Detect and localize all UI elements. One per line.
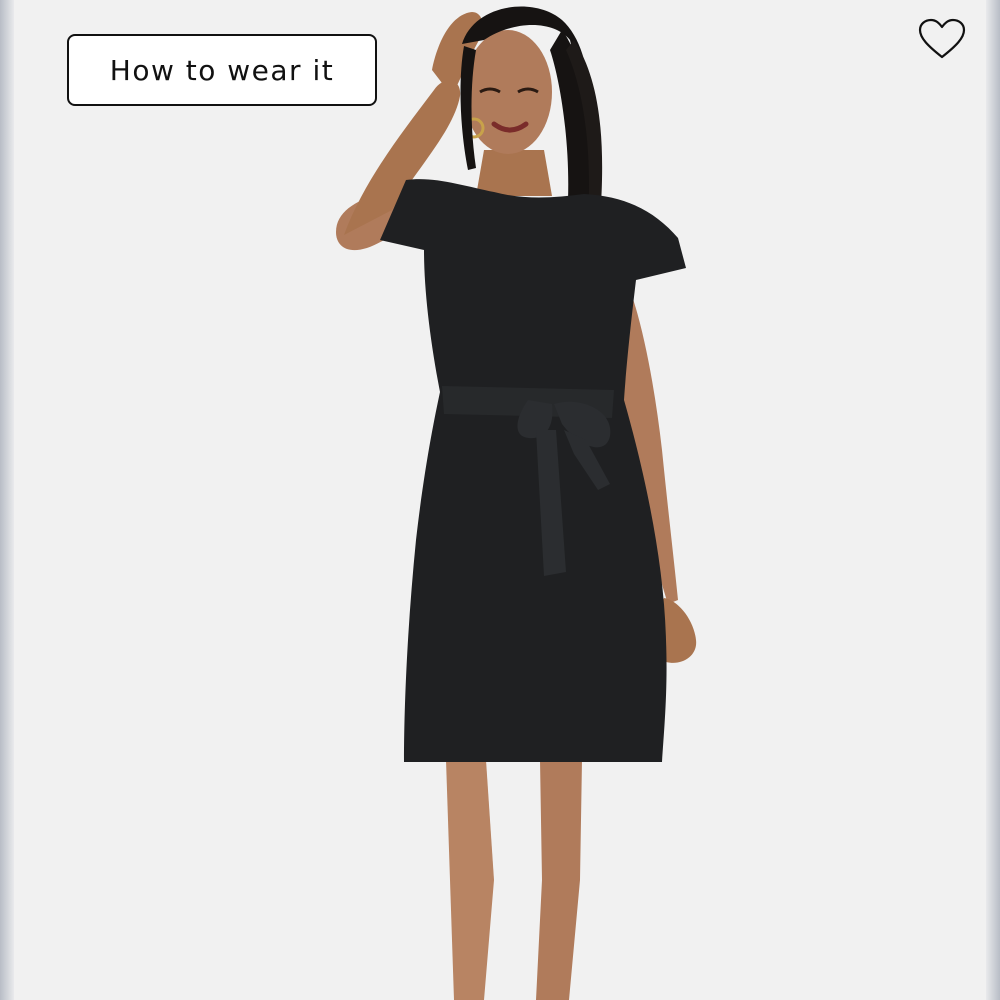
model-illustration bbox=[336, 6, 697, 1000]
dress bbox=[380, 179, 686, 763]
heart-outline-icon bbox=[918, 18, 966, 59]
product-photo[interactable]: How to wear it bbox=[14, 0, 986, 1000]
right-leg bbox=[536, 760, 582, 1000]
product-gallery-frame: How to wear it bbox=[0, 0, 1000, 1000]
how-to-wear-button[interactable]: How to wear it bbox=[67, 34, 377, 106]
favorite-button[interactable] bbox=[918, 18, 976, 70]
left-leg bbox=[446, 760, 494, 1000]
how-to-wear-label: How to wear it bbox=[109, 53, 335, 87]
neck bbox=[476, 150, 552, 196]
